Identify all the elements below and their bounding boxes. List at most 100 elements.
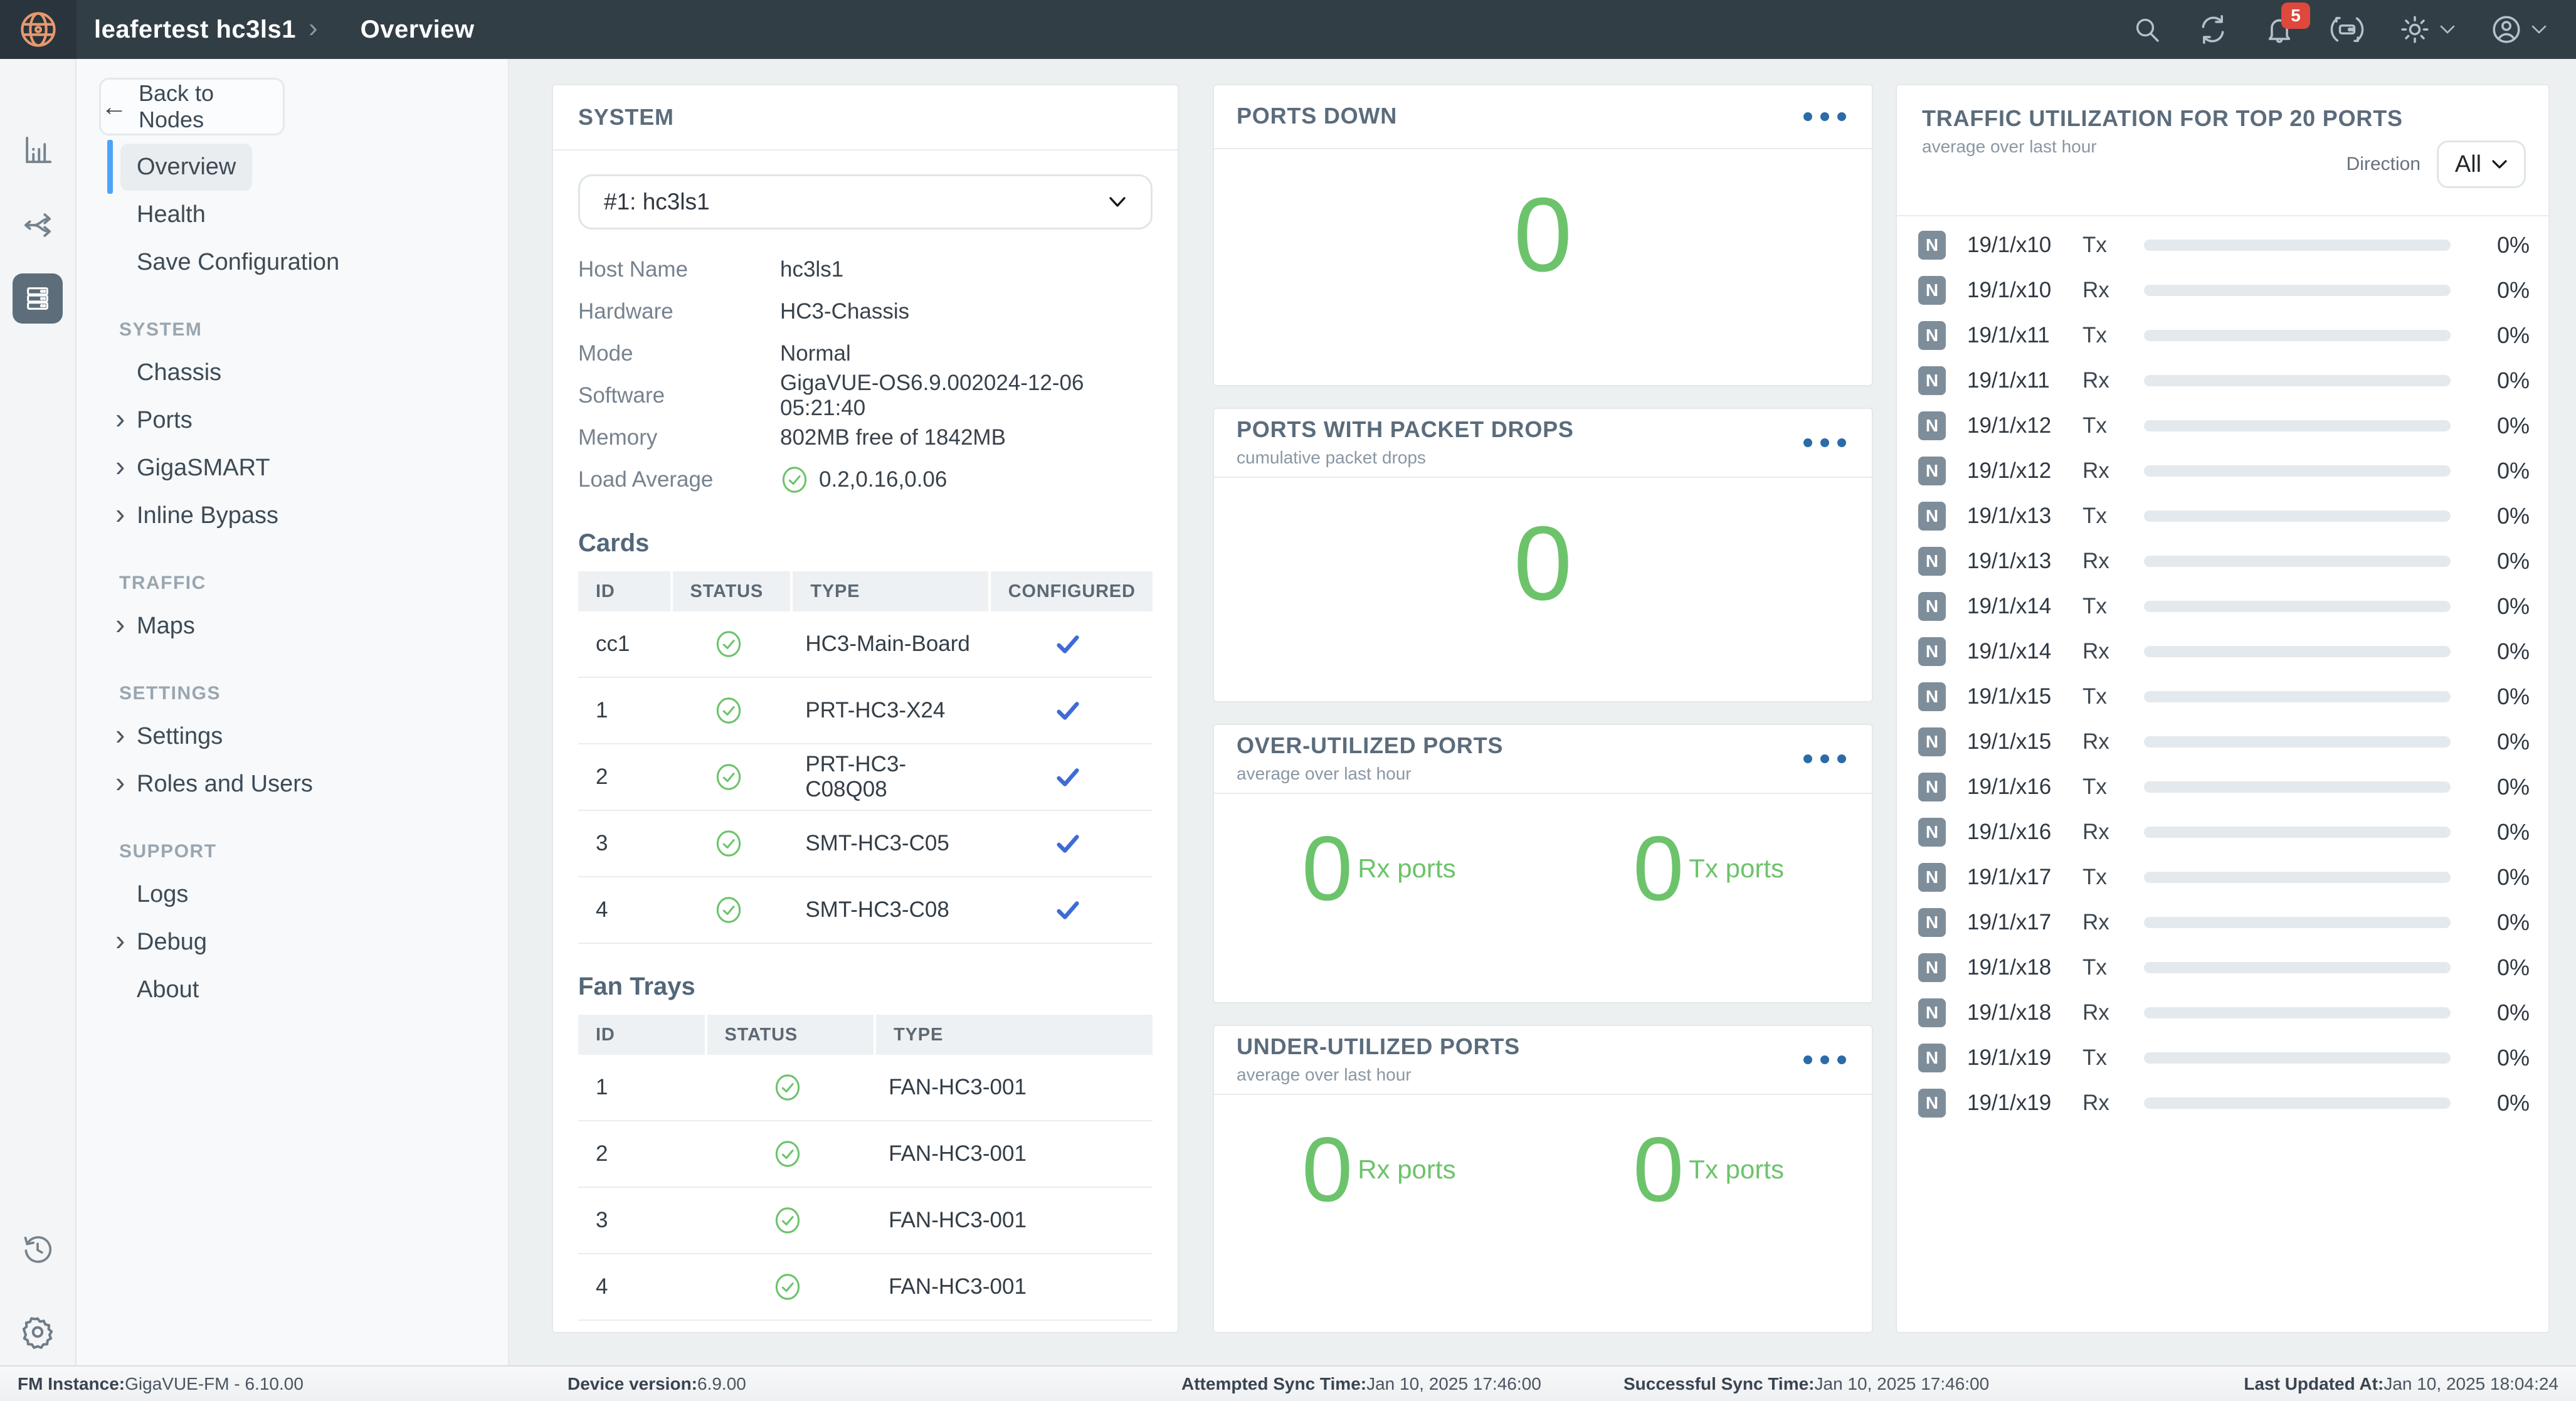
- port-type-badge: N: [1918, 592, 1946, 621]
- packet-drops-body: 0: [1214, 478, 1872, 616]
- port-type-badge: N: [1918, 953, 1946, 982]
- table-row[interactable]: 2 FAN-HC3-001: [578, 1121, 1153, 1188]
- sidebar-item-debug[interactable]: ›Debug: [77, 918, 508, 966]
- sidebar-item-save-configuration[interactable]: Save Configuration: [77, 238, 508, 286]
- user-menu[interactable]: [2491, 14, 2547, 45]
- packet-drops-header: PORTS WITH PACKET DROPS cumulative packe…: [1214, 409, 1872, 478]
- sidebar-item-inline-bypass[interactable]: ›Inline Bypass: [77, 492, 508, 539]
- breadcrumb: leafertest hc3ls1 › Overview: [94, 13, 475, 46]
- utilization-percent: 0%: [2472, 503, 2530, 529]
- node-selector-dropdown[interactable]: #1: hc3ls1: [578, 174, 1153, 230]
- successful-sync-status: Successful Sync Time:Jan 10, 2025 17:46:…: [1623, 1374, 1989, 1394]
- more-menu-icon[interactable]: [1800, 436, 1849, 449]
- fan-status-cell: [705, 1272, 872, 1301]
- packet-drops-value: 0: [1514, 510, 1572, 616]
- tx-ports-label: Tx ports: [1689, 854, 1784, 884]
- notifications-button[interactable]: 5: [2264, 14, 2295, 45]
- fm-instance-label: FM Instance:: [18, 1374, 125, 1393]
- system-card-body[interactable]: #1: hc3ls1 Host Namehc3ls1HardwareHC3-Ch…: [553, 174, 1178, 1321]
- breadcrumb-node[interactable]: leafertest hc3ls1: [94, 16, 296, 44]
- more-menu-icon[interactable]: [1800, 110, 1849, 123]
- table-row[interactable]: 1 PRT-HC3-X24: [578, 678, 1153, 744]
- traffic-utilization-card: TRAFFIC UTILIZATION FOR TOP 20 PORTS ave…: [1896, 84, 2550, 1333]
- port-id: 19/1/x14: [1967, 594, 2082, 619]
- gear-icon: [20, 1314, 55, 1350]
- sidebar-item-ports[interactable]: ›Ports: [77, 396, 508, 444]
- cards-table: IDSTATUSTYPECONFIGUREDcc1 HC3-Main-Board…: [578, 571, 1153, 944]
- card-status-cell: [670, 763, 788, 791]
- utilization-percent: 0%: [2472, 909, 2530, 936]
- theme-selector[interactable]: [2399, 14, 2456, 45]
- field-label: Host Name: [578, 257, 780, 282]
- nodes-rail-button-active[interactable]: [13, 273, 63, 324]
- more-menu-icon[interactable]: [1800, 1054, 1849, 1066]
- sidebar-item-logs[interactable]: Logs: [77, 870, 508, 918]
- port-type-badge: N: [1918, 637, 1946, 666]
- sidebar-item-label: About: [120, 966, 215, 1013]
- more-menu-icon[interactable]: [1800, 753, 1849, 765]
- sidebar-item-chassis[interactable]: Chassis: [77, 349, 508, 396]
- fan-trays-heading: Fan Trays: [578, 973, 1153, 1001]
- sidebar-item-roles-and-users[interactable]: ›Roles and Users: [77, 760, 508, 808]
- ports-down-body: 0: [1214, 149, 1872, 287]
- port-id: 19/1/x14: [1967, 639, 2082, 664]
- page-title: Overview: [361, 16, 475, 44]
- chevron-down-icon: [2531, 24, 2547, 34]
- port-type-badge: N: [1918, 321, 1946, 350]
- utilization-bar: [2144, 285, 2451, 296]
- fan-type-cell: FAN-HC3-001: [871, 1075, 1153, 1100]
- utilization-percent: 0%: [2472, 729, 2530, 755]
- utilization-percent: 0%: [2472, 819, 2530, 845]
- port-direction: Tx: [2082, 684, 2133, 709]
- sidebar-item-label: Ports: [120, 397, 209, 444]
- globe-icon: [18, 9, 59, 50]
- back-to-nodes-button[interactable]: ← Back to Nodes: [99, 78, 285, 135]
- port-type-badge: N: [1918, 818, 1946, 847]
- sidebar-item-label: Inline Bypass: [120, 492, 295, 539]
- sidebar-item-label: Save Configuration: [120, 239, 356, 286]
- sidebar-item-about[interactable]: About: [77, 966, 508, 1013]
- utilization-bar: [2144, 375, 2451, 386]
- direction-dropdown[interactable]: All: [2437, 140, 2526, 188]
- app-logo[interactable]: [0, 0, 77, 59]
- sidebar-item-health[interactable]: Health: [77, 191, 508, 238]
- traffic-rail-button[interactable]: [21, 208, 55, 242]
- sidebar-item-maps[interactable]: ›Maps: [77, 602, 508, 650]
- sidebar-item-overview[interactable]: Overview: [77, 143, 508, 191]
- audit-history-rail-button[interactable]: [21, 1233, 54, 1266]
- fan-id-cell: 3: [578, 1208, 705, 1233]
- port-id: 19/1/x19: [1967, 1091, 2082, 1116]
- traffic-split-icon: [21, 208, 55, 242]
- status-ok-icon: [714, 696, 743, 725]
- chevron-right-icon: ›: [115, 497, 125, 531]
- sidebar-item-gigasmart[interactable]: ›GigaSMART: [77, 444, 508, 492]
- chevron-right-icon: ›: [115, 765, 125, 799]
- settings-rail-button[interactable]: [20, 1314, 55, 1350]
- table-row[interactable]: 4 FAN-HC3-001: [578, 1254, 1153, 1321]
- traffic-utilization-list[interactable]: N19/1/x10Tx0%N19/1/x10Rx0%N19/1/x11Tx0%N…: [1897, 216, 2548, 1126]
- chevron-right-icon: ›: [115, 923, 125, 957]
- successful-sync-value: Jan 10, 2025 17:46:00: [1815, 1374, 1990, 1393]
- utilization-percent: 0%: [2472, 954, 2530, 981]
- sync-button[interactable]: [2197, 14, 2229, 45]
- card-id-cell: 3: [578, 831, 670, 856]
- table-row[interactable]: 3 SMT-HC3-C05: [578, 811, 1153, 877]
- sidebar-section-title: TRAFFIC: [77, 564, 508, 602]
- utilization-bar: [2144, 510, 2451, 522]
- traffic-row: N19/1/x16Rx0%: [1918, 810, 2530, 855]
- table-row[interactable]: 3 FAN-HC3-001: [578, 1188, 1153, 1254]
- sidebar-item-label: Logs: [120, 871, 204, 918]
- history-icon: [21, 1233, 54, 1266]
- sidebar-item-settings[interactable]: ›Settings: [77, 712, 508, 760]
- search-button[interactable]: [2132, 14, 2162, 45]
- table-row[interactable]: 4 SMT-HC3-C08: [578, 877, 1153, 944]
- column-header-id: ID: [578, 1015, 705, 1055]
- table-row[interactable]: cc1 HC3-Main-Board: [578, 611, 1153, 678]
- over-utilized-title: OVER-UTILIZED PORTS: [1237, 732, 1503, 758]
- utilization-bar: [2144, 420, 2451, 431]
- table-row[interactable]: 2 PRT-HC3-C08Q08: [578, 744, 1153, 811]
- dashboards-rail-button[interactable]: [21, 133, 55, 167]
- console-button[interactable]: [2330, 14, 2364, 45]
- system-card: SYSTEM #1: hc3ls1 Host Namehc3ls1Hardwar…: [552, 84, 1179, 1333]
- table-row[interactable]: 1 FAN-HC3-001: [578, 1055, 1153, 1121]
